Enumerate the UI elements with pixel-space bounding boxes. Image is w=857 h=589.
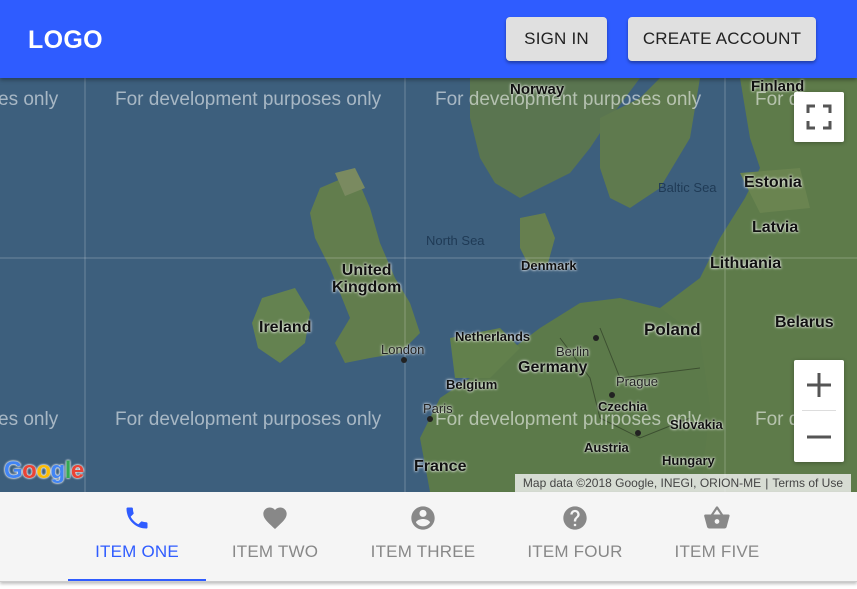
dev-watermark: For development purposes only [115, 89, 382, 110]
help-icon [563, 506, 587, 530]
nav-item-label: ITEM ONE [95, 542, 179, 561]
map-label-netherlands: Netherlands [455, 329, 531, 344]
google-logo-letter: e [70, 457, 84, 484]
sign-in-button[interactable]: SIGN IN [506, 17, 607, 61]
logo[interactable]: LOGO [28, 26, 103, 55]
map-attribution: Map data ©2018 Google, INEGI, ORION-ME | T… [514, 474, 851, 492]
shopping-basket-icon [704, 506, 730, 529]
phone-icon [126, 507, 148, 529]
plus-icon [807, 373, 831, 397]
dev-watermark: For d [755, 409, 800, 430]
zoom-in-button[interactable] [794, 360, 844, 410]
map-label-poland: Poland [644, 320, 701, 339]
nav-item-label: ITEM TWO [231, 542, 319, 561]
map-label-latvia: Latvia [752, 219, 799, 236]
google-logo-letter: g [50, 457, 66, 484]
map-label-czechia: Czechia [598, 399, 648, 414]
nav-item-five[interactable]: ITEM FIVE [662, 492, 772, 581]
map-label-slovakia: Slovakia [670, 417, 723, 432]
nav-item-four[interactable]: ITEM FOUR [515, 492, 635, 581]
heart-icon [263, 507, 287, 529]
map-label-norway: Norway [510, 81, 565, 98]
map-label-ireland: Ireland [259, 319, 312, 336]
minus-icon [807, 435, 831, 439]
map-label-belarus: Belarus [775, 314, 834, 331]
map-label-france: France [414, 458, 467, 475]
fullscreen-icon [806, 104, 832, 130]
dev-watermark: es only [0, 89, 59, 110]
nav-item-three[interactable]: ITEM THREE [358, 492, 488, 581]
google-logo-letter: G [4, 457, 23, 484]
account-circle-icon [411, 506, 435, 530]
map-data-text: Map data ©2018 Google, INEGI, ORION-ME [522, 476, 762, 490]
map-label-germany: Germany [518, 359, 588, 376]
map-label-baltic-sea: Baltic Sea [658, 180, 717, 195]
nav-item-two[interactable]: ITEM TWO [216, 492, 334, 581]
map-label-denmark: Denmark [521, 258, 577, 273]
create-account-button[interactable]: CREATE ACCOUNT [628, 17, 816, 61]
map-label-london: London [381, 342, 425, 357]
nav-item-label: ITEM FOUR [527, 542, 623, 561]
google-logo-letter: o [36, 457, 51, 484]
terms-of-use-link[interactable]: Terms of Use [768, 476, 847, 490]
map-label-belgium: Belgium [446, 377, 498, 392]
zoom-out-button[interactable] [794, 412, 844, 462]
map-label-lithuania: Lithuania [710, 255, 782, 272]
google-logo[interactable]: Google [4, 457, 84, 485]
map-label-estonia: Estonia [744, 174, 802, 191]
fullscreen-button[interactable] [794, 92, 844, 142]
active-indicator [68, 579, 206, 581]
zoom-divider [802, 410, 836, 411]
map-label-paris: Paris [423, 401, 453, 416]
map-label-north-sea: North Sea [426, 233, 485, 248]
bottom-navigation: ITEM ONE ITEM TWO ITEM THREE ITEM FOUR I… [0, 492, 857, 582]
map-label-united-kingdom: United Kingdom [332, 262, 402, 296]
nav-item-one[interactable]: ITEM ONE [68, 492, 206, 581]
nav-item-label: ITEM FIVE [674, 542, 760, 561]
google-logo-letter: o [22, 457, 37, 484]
app-bar: LOGO SIGN IN CREATE ACCOUNT [0, 0, 857, 78]
map-label-austria: Austria [584, 440, 629, 455]
dev-watermark: For development purposes only [435, 409, 702, 430]
dev-watermark: For development purposes only [115, 409, 382, 430]
dev-watermark: es only [0, 409, 59, 430]
map-label-prague: Prague [616, 374, 658, 389]
map-view[interactable]: es only For development purposes only Fo… [0, 78, 857, 492]
dev-watermark: For development purposes only [435, 89, 702, 110]
map-label-hungary: Hungary [662, 453, 715, 468]
map-label-berlin: Berlin [556, 344, 590, 359]
nav-item-label: ITEM THREE [370, 542, 476, 561]
zoom-control [794, 360, 844, 462]
